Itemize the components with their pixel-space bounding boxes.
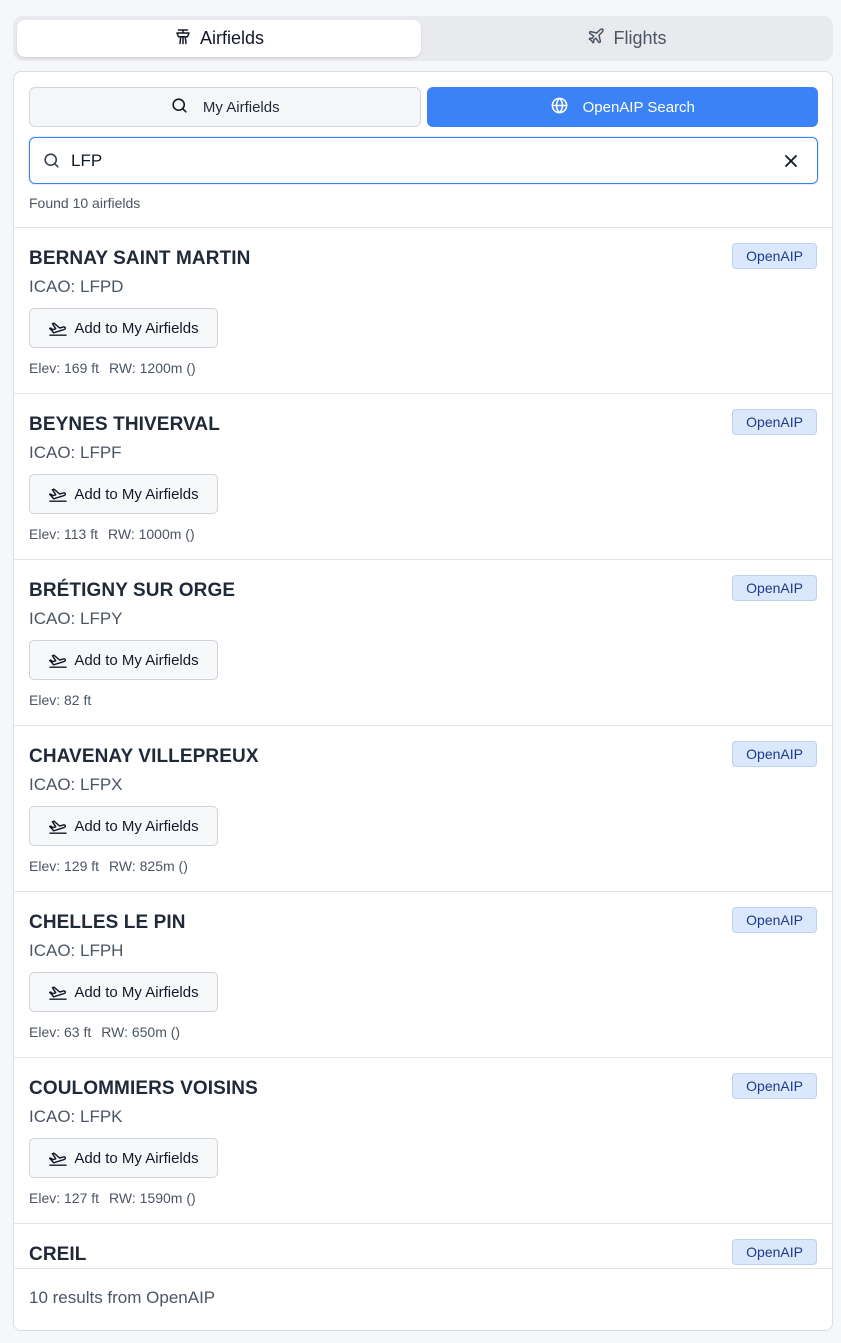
search-box (29, 137, 818, 184)
runway: RW: 1590m () (109, 1190, 196, 1206)
airfield-icao: ICAO: LFPD (29, 277, 124, 296)
airfield-name: BERNAY SAINT MARTIN (29, 248, 251, 269)
elevation: Elev: 82 ft (29, 692, 92, 708)
tab-airfields-label: Airfields (199, 28, 265, 48)
my-airfields-button[interactable]: My Airfields (29, 87, 421, 127)
results-list[interactable]: BERNAY SAINT MARTIN ICAO: LFPD OpenAIP A… (14, 227, 832, 1268)
airfield-details: Elev: 127 ft RW: 1590m () (29, 1190, 196, 1206)
airfield-icao: ICAO: LFPX (29, 775, 123, 794)
airfield-name: CHAVENAY VILLEPREUX (29, 746, 259, 767)
airfield-icao: ICAO: LFPK (29, 1107, 123, 1126)
airfield-details: Elev: 129 ft RW: 825m () (29, 858, 188, 874)
results-footer: 10 results from OpenAIP (14, 1268, 832, 1330)
add-to-my-airfields-button[interactable]: Add to My Airfields (29, 640, 218, 680)
list-item: CHELLES LE PIN ICAO: LFPH OpenAIP Add to… (14, 892, 832, 1058)
add-button-label: Add to My Airfields (74, 319, 199, 337)
elevation: Elev: 169 ft (29, 360, 100, 376)
elevation: Elev: 127 ft (29, 1190, 100, 1206)
source-badge: OpenAIP (732, 1073, 817, 1099)
plane-takeoff-icon (49, 986, 68, 1000)
add-to-my-airfields-button[interactable]: Add to My Airfields (29, 308, 218, 348)
airfield-details: Elev: 63 ft RW: 650m () (29, 1024, 180, 1040)
plane-takeoff-icon (49, 322, 68, 336)
source-badge: OpenAIP (732, 741, 817, 767)
airfield-details: Elev: 113 ft RW: 1000m () (29, 526, 195, 542)
runway: RW: 825m () (109, 858, 188, 874)
list-item: BRÉTIGNY SUR ORGE ICAO: LFPY OpenAIP Add… (14, 560, 832, 726)
openaip-search-button[interactable]: OpenAIP Search (426, 87, 818, 127)
plane-takeoff-icon (49, 820, 68, 834)
list-item: BEYNES THIVERVAL ICAO: LFPF OpenAIP Add … (14, 394, 832, 560)
add-to-my-airfields-button[interactable]: Add to My Airfields (29, 972, 218, 1012)
source-badge: OpenAIP (732, 1239, 817, 1265)
airfield-name: CREIL (29, 1244, 87, 1265)
add-button-label: Add to My Airfields (74, 1149, 199, 1167)
search-mode-toggle: My Airfields OpenAIP Search (29, 87, 818, 127)
airfield-details: Elev: 82 ft (29, 692, 91, 708)
add-button-label: Add to My Airfields (74, 485, 199, 503)
add-to-my-airfields-button[interactable]: Add to My Airfields (29, 806, 218, 846)
plane-takeoff-icon (49, 654, 68, 668)
top-tabs: Airfields Flights (13, 16, 833, 61)
plane-icon (587, 27, 605, 50)
tab-flights[interactable]: Flights (425, 20, 829, 57)
runway: RW: 650m () (101, 1024, 181, 1040)
elevation: Elev: 129 ft (29, 858, 100, 874)
add-button-label: Add to My Airfields (74, 817, 199, 835)
add-button-label: Add to My Airfields (74, 983, 199, 1001)
airfield-icao: ICAO: LFPF (29, 443, 122, 462)
elevation: Elev: 63 ft (29, 1024, 92, 1040)
airfield-icao: ICAO: LFPH (29, 941, 124, 960)
search-icon (170, 96, 189, 119)
openaip-search-label: OpenAIP Search (582, 98, 695, 116)
globe-icon (550, 96, 569, 119)
list-item: COULOMMIERS VOISINS ICAO: LFPK OpenAIP A… (14, 1058, 832, 1224)
add-button-label: Add to My Airfields (74, 651, 199, 669)
results-count: Found 10 airfields (29, 195, 141, 211)
footer-text: 10 results from OpenAIP (29, 1288, 216, 1307)
plane-takeoff-icon (49, 488, 68, 502)
search-input[interactable] (71, 150, 781, 171)
airfield-details: Elev: 169 ft RW: 1200m () (29, 360, 196, 376)
clear-search-icon[interactable] (781, 151, 801, 171)
my-airfields-label: My Airfields (202, 98, 280, 116)
airfields-panel: My Airfields OpenAIP Search Found 10 air… (13, 71, 833, 1331)
runway: RW: 1200m () (109, 360, 196, 376)
airfield-name: BEYNES THIVERVAL (29, 414, 220, 435)
list-item: BERNAY SAINT MARTIN ICAO: LFPD OpenAIP A… (14, 228, 832, 394)
tab-flights-label: Flights (613, 28, 667, 48)
airfield-icao: ICAO: LFPY (29, 609, 123, 628)
search-icon (44, 153, 59, 168)
list-item: CHAVENAY VILLEPREUX ICAO: LFPX OpenAIP A… (14, 726, 832, 892)
add-to-my-airfields-button[interactable]: Add to My Airfields (29, 474, 218, 514)
runway: RW: 1000m () (108, 526, 195, 542)
list-item: CREIL OpenAIP (14, 1224, 832, 1268)
source-badge: OpenAIP (732, 409, 817, 435)
source-badge: OpenAIP (732, 243, 817, 269)
source-badge: OpenAIP (732, 575, 817, 601)
elevation: Elev: 113 ft (29, 526, 99, 542)
tab-airfields[interactable]: Airfields (17, 20, 421, 57)
airfield-name: CHELLES LE PIN (29, 912, 186, 933)
airfield-name: COULOMMIERS VOISINS (29, 1078, 258, 1099)
airfield-name: BRÉTIGNY SUR ORGE (29, 580, 236, 601)
source-badge: OpenAIP (732, 907, 817, 933)
add-to-my-airfields-button[interactable]: Add to My Airfields (29, 1138, 218, 1178)
tower-icon (174, 27, 192, 50)
plane-takeoff-icon (49, 1152, 68, 1166)
